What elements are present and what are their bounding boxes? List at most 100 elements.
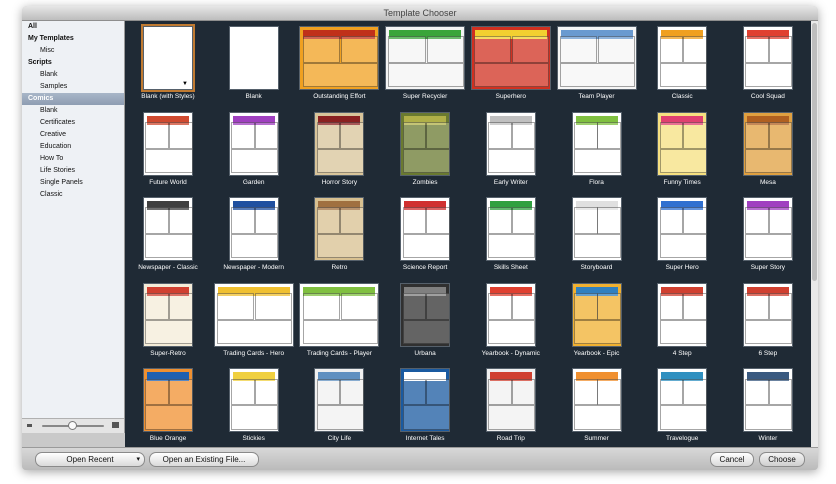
- template-tile[interactable]: Superhero: [468, 21, 554, 107]
- sidebar-item-samples[interactable]: Samples: [22, 81, 124, 93]
- template-thumbnail[interactable]: [213, 282, 294, 347]
- template-thumbnail[interactable]: [485, 368, 536, 433]
- sidebar-item-how-to[interactable]: How To: [22, 153, 124, 165]
- template-thumbnail[interactable]: [385, 26, 466, 90]
- template-thumbnail[interactable]: [657, 282, 708, 347]
- template-thumbnail[interactable]: [143, 368, 193, 433]
- template-thumbnail[interactable]: [742, 197, 793, 262]
- template-tile[interactable]: Yearbook - Epic: [554, 278, 640, 364]
- sidebar-item-misc[interactable]: Misc: [22, 45, 124, 57]
- template-tile[interactable]: Early Writer: [468, 107, 554, 193]
- template-thumbnail[interactable]: [314, 197, 365, 262]
- template-tile[interactable]: Trading Cards - Hero: [211, 278, 297, 364]
- template-thumbnail[interactable]: [571, 197, 622, 262]
- template-thumbnail[interactable]: [742, 368, 793, 433]
- template-thumbnail[interactable]: [657, 368, 708, 433]
- template-thumbnail[interactable]: [400, 282, 451, 347]
- template-thumbnail[interactable]: [228, 26, 279, 90]
- template-thumbnail[interactable]: ▼: [141, 24, 195, 92]
- sidebar-item-single-panels[interactable]: Single Panels: [22, 177, 124, 189]
- template-tile[interactable]: Internet Tales: [382, 363, 468, 449]
- template-thumbnail[interactable]: [143, 111, 193, 176]
- template-tile[interactable]: Blue Orange: [125, 363, 211, 449]
- template-tile[interactable]: Storyboard: [554, 192, 640, 278]
- sidebar-item-education[interactable]: Education: [22, 141, 124, 153]
- template-thumbnail[interactable]: [485, 111, 536, 176]
- template-tile[interactable]: Future World: [125, 107, 211, 193]
- template-tile[interactable]: Retro: [296, 192, 382, 278]
- template-thumbnail[interactable]: [400, 111, 451, 176]
- open-recent-popup[interactable]: Open Recent ▾: [35, 452, 145, 467]
- template-tile[interactable]: Blank: [211, 21, 297, 107]
- cancel-button[interactable]: Cancel: [710, 452, 754, 467]
- template-tile[interactable]: Stickies: [211, 363, 297, 449]
- template-tile[interactable]: Funny Times: [639, 107, 725, 193]
- template-thumbnail[interactable]: [657, 197, 708, 262]
- template-tile[interactable]: Super Story: [725, 192, 811, 278]
- template-thumbnail[interactable]: [314, 111, 365, 176]
- template-tile[interactable]: Urbana: [382, 278, 468, 364]
- template-tile[interactable]: Skills Sheet: [468, 192, 554, 278]
- template-thumbnail[interactable]: [143, 282, 193, 347]
- template-tile[interactable]: Newspaper - Modern: [211, 192, 297, 278]
- template-thumbnail[interactable]: [314, 368, 365, 433]
- choose-button[interactable]: Choose: [759, 452, 805, 467]
- template-thumbnail[interactable]: [485, 282, 536, 347]
- template-tile[interactable]: ▼ Blank (with Styles): [125, 21, 211, 107]
- template-tile[interactable]: Zombies: [382, 107, 468, 193]
- template-thumbnail[interactable]: [657, 26, 708, 90]
- template-thumbnail[interactable]: [742, 282, 793, 347]
- template-thumbnail[interactable]: [228, 368, 279, 433]
- template-tile[interactable]: Travelogue: [639, 363, 725, 449]
- template-thumbnail[interactable]: [228, 197, 279, 262]
- template-tile[interactable]: Mesa: [725, 107, 811, 193]
- sidebar-item-classic[interactable]: Classic: [22, 189, 124, 201]
- sidebar-item-all[interactable]: All: [22, 21, 124, 33]
- template-thumbnail[interactable]: [742, 26, 793, 90]
- zoom-slider-knob[interactable]: [68, 421, 77, 430]
- template-tile[interactable]: Horror Story: [296, 107, 382, 193]
- sidebar-item-life-stories[interactable]: Life Stories: [22, 165, 124, 177]
- template-thumbnail[interactable]: [299, 282, 380, 347]
- template-tile[interactable]: Flora: [554, 107, 640, 193]
- template-tile[interactable]: Winter: [725, 363, 811, 449]
- template-tile[interactable]: City Life: [296, 363, 382, 449]
- template-thumbnail[interactable]: [571, 282, 622, 347]
- template-thumbnail[interactable]: [228, 111, 279, 176]
- template-thumbnail[interactable]: [299, 26, 380, 90]
- template-tile[interactable]: Team Player: [554, 21, 640, 107]
- template-tile[interactable]: Summer: [554, 363, 640, 449]
- template-thumbnail[interactable]: [571, 368, 622, 433]
- sidebar-item-certificates[interactable]: Certificates: [22, 117, 124, 129]
- template-tile[interactable]: Super-Retro: [125, 278, 211, 364]
- template-tile[interactable]: Garden: [211, 107, 297, 193]
- template-tile[interactable]: Super Hero: [639, 192, 725, 278]
- template-tile[interactable]: 6 Step: [725, 278, 811, 364]
- template-tile[interactable]: Outstanding Effort: [296, 21, 382, 107]
- template-thumbnail[interactable]: [470, 26, 551, 90]
- template-thumbnail[interactable]: [571, 111, 622, 176]
- template-tile[interactable]: Classic: [639, 21, 725, 107]
- sidebar-item-my-templates[interactable]: My Templates: [22, 33, 124, 45]
- template-thumbnail[interactable]: [556, 26, 637, 90]
- template-thumbnail[interactable]: [400, 368, 451, 433]
- template-tile[interactable]: Cool Squad: [725, 21, 811, 107]
- sidebar-item-comics[interactable]: Comics: [22, 93, 124, 105]
- template-tile[interactable]: Science Report: [382, 192, 468, 278]
- template-tile[interactable]: Trading Cards - Player: [296, 278, 382, 364]
- template-thumbnail[interactable]: [657, 111, 708, 176]
- open-existing-file-button[interactable]: Open an Existing File...: [149, 452, 259, 467]
- sidebar-item-blank[interactable]: Blank: [22, 105, 124, 117]
- template-tile[interactable]: 4 Step: [639, 278, 725, 364]
- template-thumbnail[interactable]: [143, 197, 193, 262]
- template-tile[interactable]: Newspaper - Classic: [125, 192, 211, 278]
- sidebar-item-scripts[interactable]: Scripts: [22, 57, 124, 69]
- sidebar-item-creative[interactable]: Creative: [22, 129, 124, 141]
- template-thumbnail[interactable]: [485, 197, 536, 262]
- template-thumbnail[interactable]: [400, 197, 451, 262]
- sidebar-item-blank[interactable]: Blank: [22, 69, 124, 81]
- template-tile[interactable]: Road Trip: [468, 363, 554, 449]
- template-thumbnail[interactable]: [742, 111, 793, 176]
- template-tile[interactable]: Yearbook - Dynamic: [468, 278, 554, 364]
- template-tile[interactable]: Super Recycler: [382, 21, 468, 107]
